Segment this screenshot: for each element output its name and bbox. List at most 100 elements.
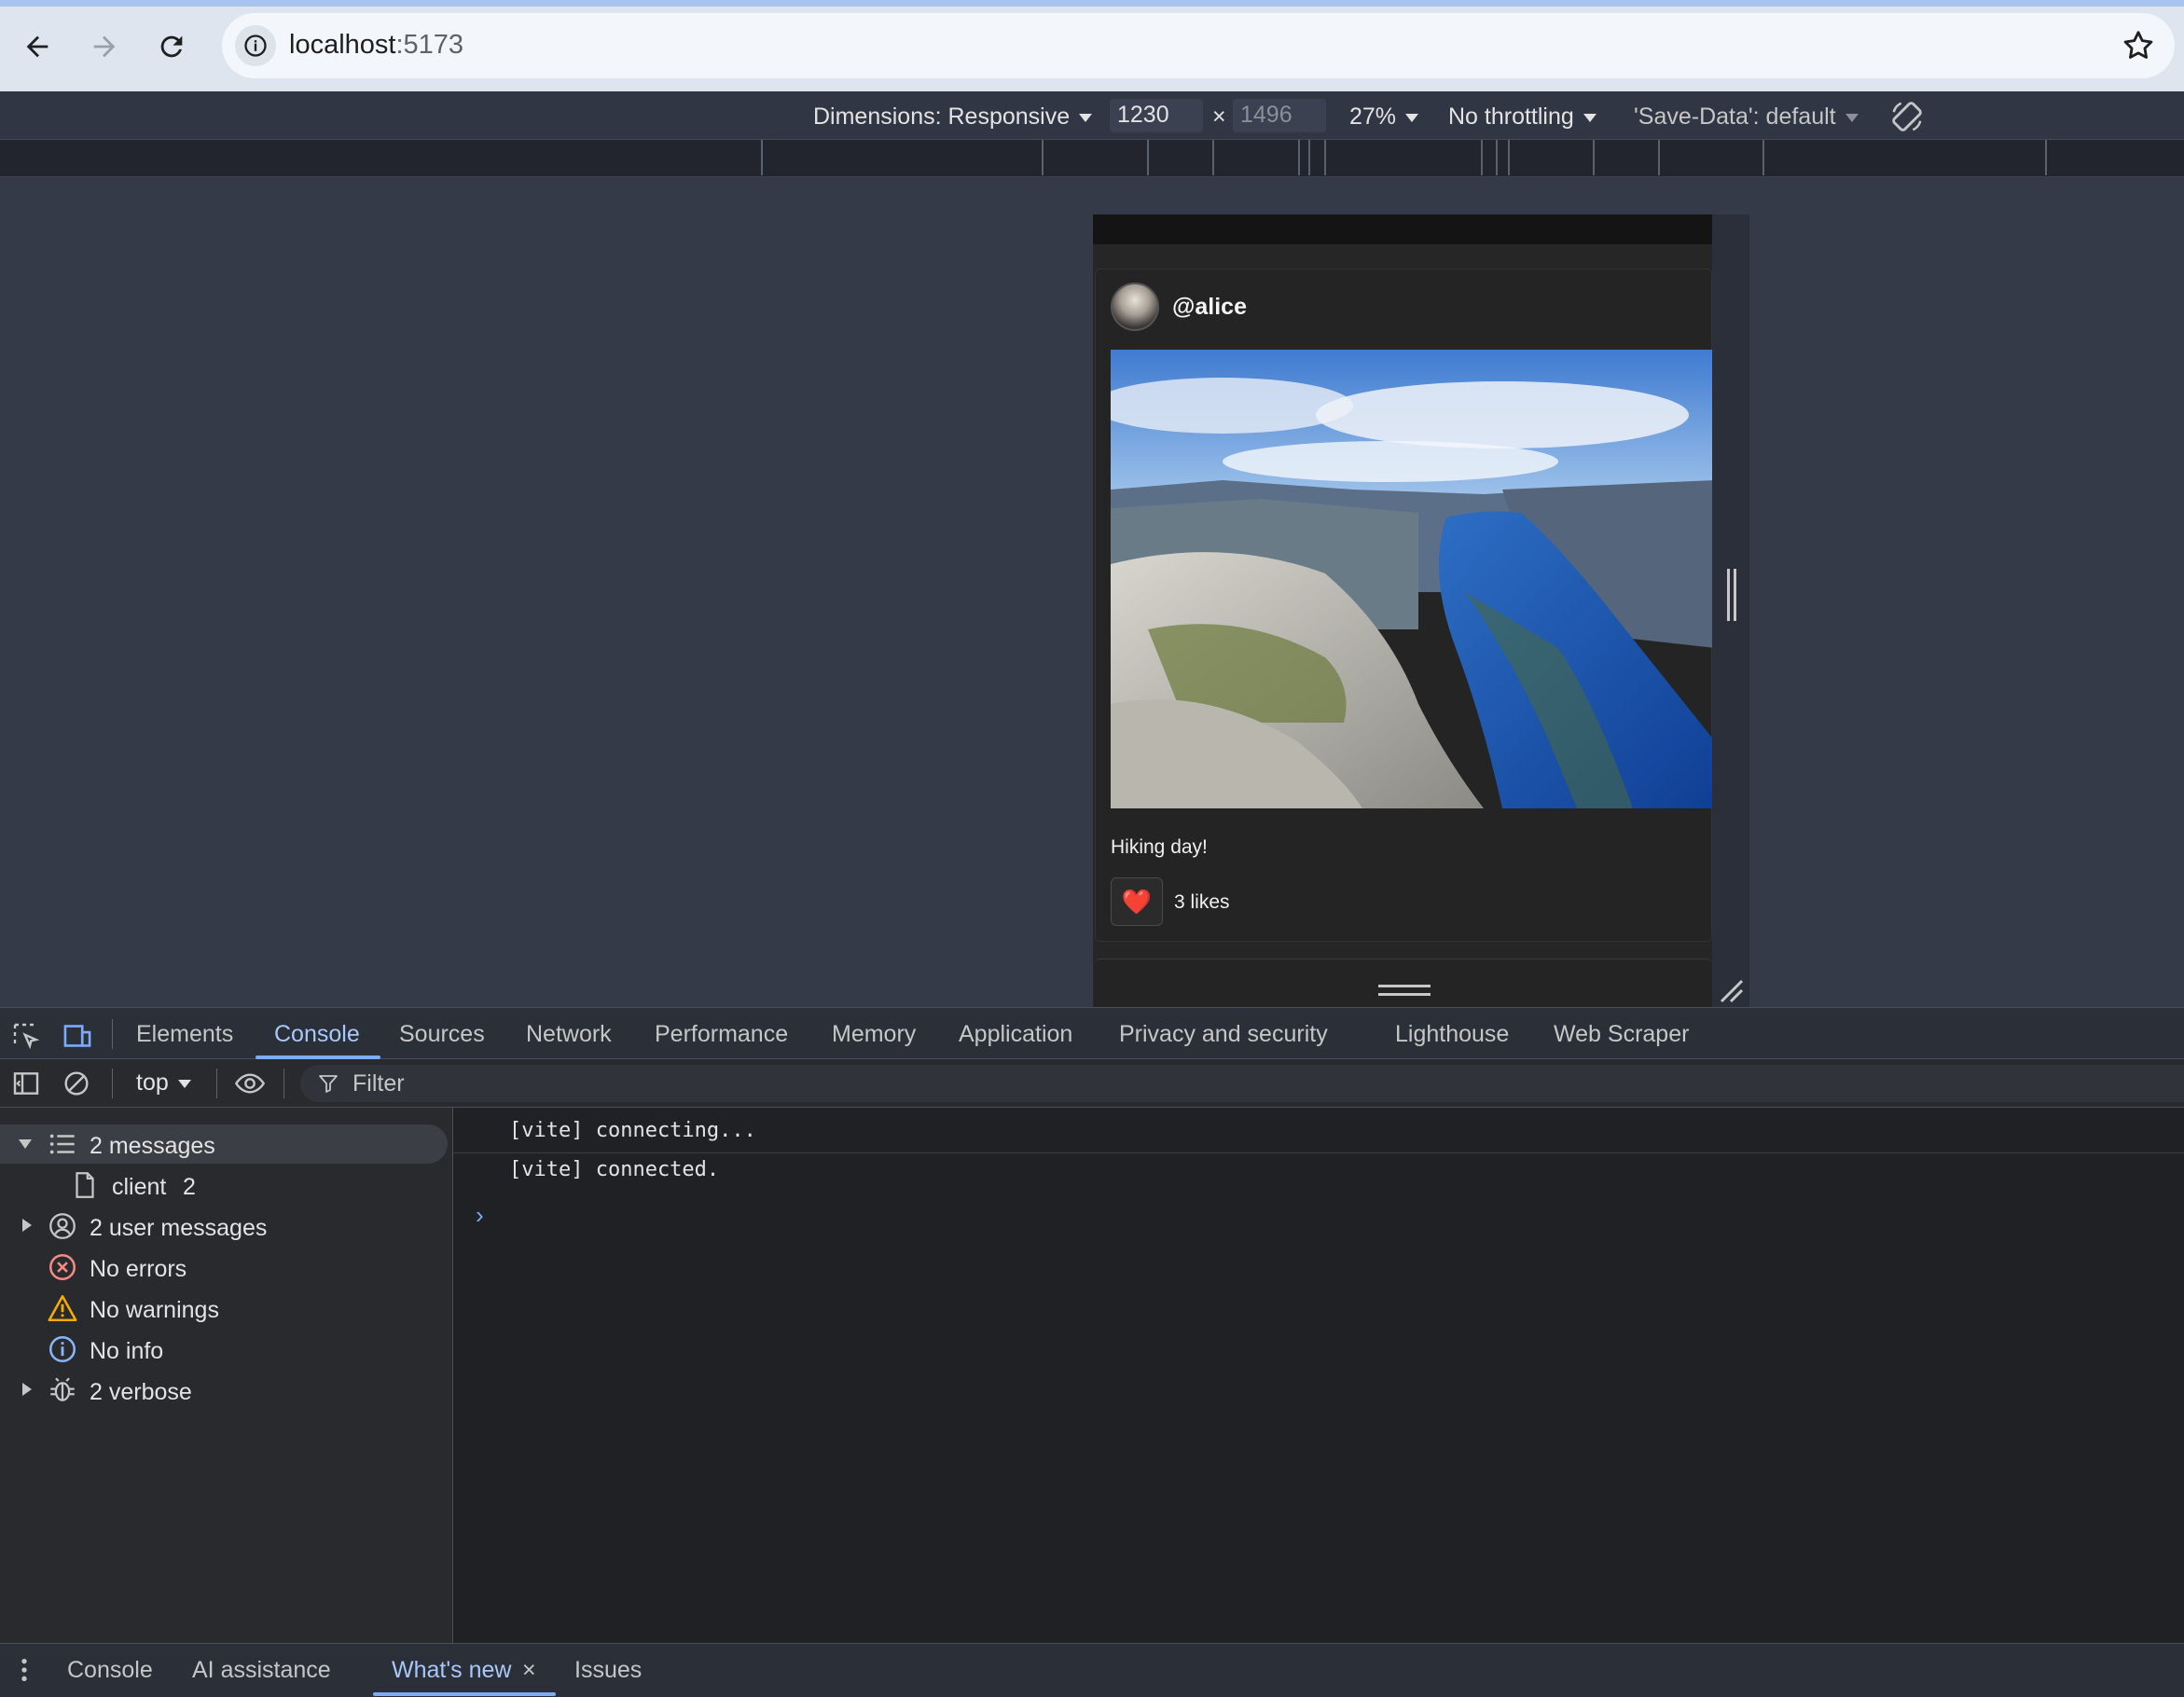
- caret-down-icon: [1079, 113, 1093, 122]
- caret-down-icon: [1845, 113, 1859, 122]
- tab-application[interactable]: Application: [959, 1021, 1072, 1048]
- reload-button[interactable]: [145, 21, 198, 73]
- resize-handle-right[interactable]: [1727, 569, 1736, 621]
- more-vertical-icon[interactable]: [15, 1655, 34, 1685]
- zoom-dropdown[interactable]: 27%: [1349, 103, 1419, 131]
- context-label: top: [136, 1069, 169, 1096]
- sidebar-item-info[interactable]: No info: [0, 1330, 448, 1369]
- arrow-right-icon: [93, 35, 116, 58]
- user-circle-icon: [49, 1213, 76, 1239]
- sidebar-item-errors[interactable]: No errors: [0, 1248, 448, 1287]
- context-selector[interactable]: top: [136, 1069, 191, 1097]
- caret-down-icon: [1583, 113, 1597, 122]
- likes-count: 3 likes: [1174, 891, 1230, 913]
- close-icon[interactable]: ×: [522, 1657, 536, 1684]
- sidebar-item-label: 2 user messages: [90, 1215, 268, 1241]
- sidebar-item-label: client: [112, 1174, 167, 1200]
- throttling-label: No throttling: [1448, 103, 1574, 130]
- dimensions-label: Dimensions: Responsive: [813, 103, 1071, 130]
- browser-toolbar: localhost:5173: [0, 0, 2184, 91]
- filter-input[interactable]: Filter: [300, 1065, 2184, 1102]
- filter-icon: [319, 1075, 338, 1093]
- post-card: @alice Hiking day! ❤️ 3 likes: [1095, 269, 1712, 942]
- tab-memory[interactable]: Memory: [832, 1021, 916, 1048]
- media-query-ruler[interactable]: [0, 140, 2184, 177]
- dimensions-dropdown[interactable]: Dimensions: Responsive: [813, 103, 1093, 131]
- console-prompt[interactable]: ›: [476, 1201, 484, 1230]
- sidebar-item-messages[interactable]: 2 messages: [0, 1124, 448, 1164]
- ruler-tick: [1762, 140, 1764, 175]
- site-info-button[interactable]: [235, 25, 276, 66]
- drawer-tab-whats-new[interactable]: What's new: [392, 1657, 511, 1684]
- tab-web-scraper[interactable]: Web Scraper: [1554, 1021, 1689, 1048]
- ruler-tick: [1658, 140, 1660, 175]
- bookmark-star-icon[interactable]: [2121, 28, 2156, 63]
- next-post-card: [1095, 959, 1712, 1007]
- log-message[interactable]: [vite] connecting...: [509, 1119, 756, 1142]
- ruler-tick: [1308, 140, 1310, 175]
- eye-icon[interactable]: [233, 1069, 267, 1098]
- like-button[interactable]: ❤️: [1111, 877, 1163, 926]
- ruler-tick: [2045, 140, 2047, 175]
- info-icon: [244, 34, 267, 57]
- inspect-element-icon[interactable]: [11, 1021, 41, 1051]
- tab-privacy-security[interactable]: Privacy and security: [1119, 1021, 1328, 1048]
- tab-network[interactable]: Network: [526, 1021, 612, 1048]
- tab-performance[interactable]: Performance: [655, 1021, 788, 1048]
- ruler-tick: [1212, 140, 1214, 175]
- url-text: localhost:5173: [289, 30, 463, 61]
- save-data-label: 'Save-Data': default: [1634, 103, 1836, 130]
- console-log: [vite] connecting... [vite] connected. ›: [453, 1108, 2184, 1643]
- ruler-tick: [1508, 140, 1510, 175]
- resize-handle-bottom[interactable]: [1378, 985, 1431, 996]
- clear-console-icon[interactable]: [62, 1069, 91, 1098]
- caret-down-icon: [177, 1079, 191, 1088]
- device-viewport: @alice Hiking day! ❤️ 3 likes: [1093, 214, 1712, 1007]
- throttling-dropdown[interactable]: No throttling: [1448, 103, 1597, 131]
- tab-separator: [112, 1019, 113, 1049]
- heart-icon: ❤️: [1121, 887, 1153, 916]
- console-sidebar: 2 messages client 2 2 user messages No e…: [0, 1108, 453, 1643]
- tab-sources[interactable]: Sources: [399, 1021, 485, 1048]
- expand-arrow-icon[interactable]: [22, 1219, 32, 1232]
- window-top-edge: [0, 0, 2184, 7]
- ruler-tick: [761, 140, 763, 175]
- tab-lighthouse[interactable]: Lighthouse: [1395, 1021, 1509, 1048]
- toolbar-separator: [283, 1069, 284, 1098]
- width-input[interactable]: 1230: [1110, 99, 1203, 132]
- back-button[interactable]: [11, 21, 63, 73]
- ruler-tick: [1481, 140, 1483, 175]
- ruler-tick: [1298, 140, 1300, 175]
- expand-arrow-icon[interactable]: [19, 1139, 32, 1149]
- sidebar-item-warnings[interactable]: No warnings: [0, 1289, 448, 1328]
- resize-corner-icon[interactable]: [1718, 977, 1744, 1003]
- post-photo: [1111, 350, 1712, 808]
- drawer-tab-issues[interactable]: Issues: [574, 1657, 642, 1684]
- sidebar-item-client[interactable]: client 2: [0, 1166, 448, 1205]
- active-drawer-tab-indicator: [373, 1692, 556, 1696]
- sidebar-toggle-icon[interactable]: [11, 1069, 41, 1098]
- device-toggle-icon[interactable]: [62, 1021, 93, 1051]
- log-message[interactable]: [vite] connected.: [509, 1158, 719, 1181]
- address-bar[interactable]: localhost:5173: [222, 13, 2175, 78]
- list-icon: [49, 1134, 75, 1154]
- url-port: :5173: [395, 30, 464, 60]
- tab-elements[interactable]: Elements: [136, 1021, 233, 1048]
- post-username[interactable]: @alice: [1172, 294, 1247, 321]
- save-data-dropdown[interactable]: 'Save-Data': default: [1634, 103, 1859, 131]
- filter-placeholder: Filter: [352, 1070, 405, 1097]
- height-input[interactable]: 1496: [1233, 99, 1326, 132]
- rotate-icon[interactable]: [1889, 99, 1925, 134]
- sidebar-item-verbose[interactable]: 2 verbose: [0, 1371, 448, 1410]
- expand-arrow-icon[interactable]: [22, 1383, 32, 1396]
- bug-icon: [50, 1377, 75, 1401]
- tab-console[interactable]: Console: [274, 1021, 360, 1048]
- times-sign: ×: [1212, 103, 1226, 130]
- sidebar-item-user-messages[interactable]: 2 user messages: [0, 1207, 448, 1246]
- devtools-drawer-tabbar: Console AI assistance What's new × Issue…: [0, 1643, 2184, 1697]
- avatar[interactable]: [1111, 283, 1159, 331]
- arrow-left-icon: [26, 35, 48, 58]
- forward-button[interactable]: [78, 21, 131, 73]
- drawer-tab-console[interactable]: Console: [67, 1657, 153, 1684]
- drawer-tab-ai-assistance[interactable]: AI assistance: [192, 1657, 331, 1684]
